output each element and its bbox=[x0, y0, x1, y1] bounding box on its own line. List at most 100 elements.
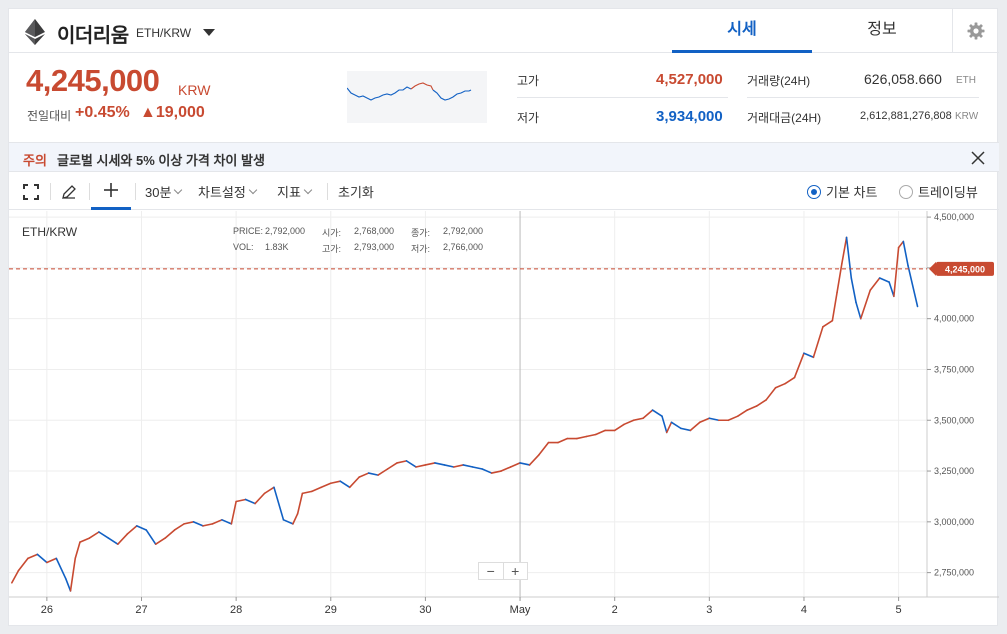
info-close-label: 종가: bbox=[411, 228, 431, 238]
trade-value: 2,612,881,276,808 bbox=[860, 110, 952, 122]
x-tick-label: 28 bbox=[230, 604, 242, 616]
price-segment bbox=[680, 427, 692, 432]
price-segment bbox=[689, 421, 701, 432]
chart-settings-label: 차트설정 bbox=[198, 185, 246, 200]
tradingview-label: 트레이딩뷰 bbox=[918, 185, 978, 200]
tradingview-radio[interactable]: 트레이딩뷰 bbox=[899, 173, 978, 210]
price-segment bbox=[613, 423, 625, 432]
info-low-label: 저가: bbox=[411, 244, 431, 254]
x-tick-label: 3 bbox=[706, 604, 712, 616]
price-segment bbox=[642, 409, 654, 420]
gear-icon[interactable] bbox=[952, 9, 999, 53]
price-segment bbox=[107, 537, 119, 545]
price-segment bbox=[500, 466, 512, 472]
price-segment bbox=[471, 466, 483, 470]
basic-chart-radio[interactable]: 기본 차트 bbox=[807, 173, 877, 210]
price-segment bbox=[164, 529, 176, 539]
price-segment bbox=[311, 486, 323, 493]
x-tick-label: 29 bbox=[325, 604, 337, 616]
price-segment bbox=[746, 405, 758, 411]
price-segment bbox=[812, 326, 824, 359]
price-segment bbox=[46, 557, 58, 564]
info-high-label: 고가: bbox=[322, 244, 342, 254]
price-segment bbox=[888, 281, 895, 298]
toolbar-divider bbox=[50, 183, 51, 200]
price-segment bbox=[367, 472, 379, 476]
price-segment bbox=[822, 319, 834, 328]
price-segment bbox=[670, 421, 682, 430]
chevron-down-icon[interactable] bbox=[203, 29, 215, 36]
price-segment bbox=[453, 464, 465, 468]
high-value: 4,527,000 bbox=[656, 71, 723, 88]
price-segment bbox=[74, 541, 81, 560]
zoom-in-button[interactable]: + bbox=[502, 563, 528, 579]
price-segment bbox=[88, 531, 100, 539]
info-vol-label: VOL: bbox=[233, 242, 254, 252]
toolbar-divider bbox=[89, 183, 90, 200]
price-segment bbox=[377, 468, 389, 476]
price-segment bbox=[859, 289, 872, 320]
pencil-icon[interactable] bbox=[61, 173, 77, 210]
toolbar-divider bbox=[327, 183, 328, 200]
change-percent: +0.45% bbox=[75, 104, 130, 121]
price-segment bbox=[907, 265, 919, 308]
price-segment bbox=[301, 490, 313, 495]
price-segment bbox=[244, 498, 256, 505]
interval-select[interactable]: 30분 bbox=[145, 173, 183, 210]
radio-unselected-icon bbox=[899, 184, 913, 199]
price-segment bbox=[145, 529, 157, 545]
price-segment bbox=[727, 415, 739, 422]
price-segment bbox=[79, 537, 91, 543]
reset-button[interactable]: 초기화 bbox=[338, 173, 374, 210]
price-segment bbox=[415, 464, 427, 468]
fullscreen-icon[interactable] bbox=[23, 173, 39, 210]
y-tick-label: 3,750,000 bbox=[934, 364, 974, 374]
tab-info[interactable]: 정보 bbox=[812, 9, 952, 53]
x-tick-label: 27 bbox=[135, 604, 147, 616]
chart-settings-select[interactable]: 차트설정 bbox=[198, 173, 258, 210]
coin-name[interactable]: 이더리움 bbox=[57, 19, 129, 48]
price-segment bbox=[358, 472, 370, 478]
price-segment bbox=[585, 433, 597, 438]
info-price-label: PRICE: bbox=[233, 226, 264, 236]
change-amount: ▲19,000 bbox=[140, 104, 205, 121]
price-segment bbox=[154, 537, 166, 545]
price-segment bbox=[396, 460, 408, 464]
price-segment bbox=[897, 240, 905, 249]
toolbar-divider bbox=[135, 183, 136, 200]
mini-chart bbox=[346, 71, 487, 123]
exchange-panel: 이더리움 ETH/KRW 시세 정보 4,245,000 KRW 전일대비 +0… bbox=[8, 8, 999, 627]
zoom-out-button[interactable]: − bbox=[479, 563, 503, 579]
volume-unit: ETH bbox=[956, 75, 976, 86]
chart-toolbar: 30분 차트설정 지표 초기화 기본 차트 트레이딩뷰 bbox=[9, 173, 999, 210]
tab-sise[interactable]: 시세 bbox=[672, 9, 812, 53]
x-tick-label: 2 bbox=[612, 604, 618, 616]
close-icon[interactable] bbox=[969, 149, 987, 167]
price-segment bbox=[27, 553, 39, 560]
indicator-select[interactable]: 지표 bbox=[277, 173, 313, 210]
price-chart[interactable]: 2,750,000 3,000,000 3,250,000 3,500,000 3,75… bbox=[9, 211, 999, 627]
interval-label: 30분 bbox=[145, 185, 172, 200]
price-segment bbox=[623, 419, 635, 426]
info-price: 2,792,000 bbox=[265, 226, 306, 236]
crosshair-icon[interactable] bbox=[91, 173, 131, 210]
price-segment bbox=[519, 462, 531, 466]
current-price: 4,245,000 bbox=[26, 63, 160, 98]
price-segment bbox=[424, 462, 436, 466]
price-segment bbox=[462, 464, 474, 468]
price-segment bbox=[557, 437, 569, 444]
price-segment bbox=[793, 352, 805, 379]
price-segment bbox=[765, 386, 777, 401]
high-label: 고가 bbox=[517, 74, 540, 88]
notice-bar: 주의 글로벌 시세와 5% 이상 가격 차이 발생 bbox=[9, 142, 999, 172]
price-segment bbox=[661, 415, 668, 434]
coin-pair[interactable]: ETH/KRW bbox=[136, 26, 191, 40]
x-tick-label: May bbox=[510, 604, 531, 616]
current-price-label: 4,245,000 bbox=[945, 264, 985, 274]
info-high: 2,793,000 bbox=[354, 242, 395, 252]
price-segment bbox=[784, 376, 796, 385]
y-tick-label: 3,500,000 bbox=[934, 415, 974, 425]
price-segment bbox=[117, 533, 129, 545]
price-segment bbox=[651, 409, 663, 417]
y-tick-label: 4,000,000 bbox=[934, 314, 974, 324]
